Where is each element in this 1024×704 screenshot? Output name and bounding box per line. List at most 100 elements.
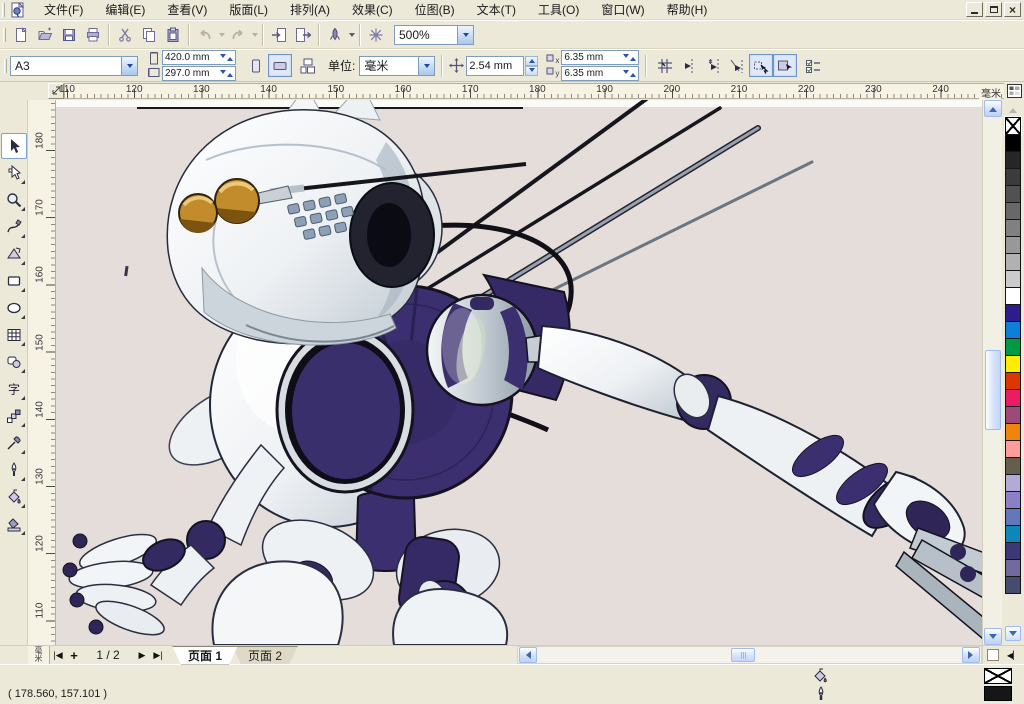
menu-item-10[interactable]: 帮助(H): [656, 0, 719, 20]
menu-item-7[interactable]: 文本(T): [466, 0, 527, 20]
palette-swatch-7[interactable]: [1005, 253, 1021, 271]
new-document-button[interactable]: [9, 23, 33, 47]
palette-swatch-13[interactable]: [1005, 355, 1021, 373]
menu-item-8[interactable]: 工具(O): [527, 0, 590, 20]
portrait-button[interactable]: [244, 54, 268, 77]
palette-swatch-24[interactable]: [1005, 542, 1021, 560]
zoom-combo-dropdown-icon[interactable]: [457, 26, 473, 44]
palette-swatch-9[interactable]: [1005, 287, 1021, 305]
duplicate-x-field[interactable]: 6.35 mm: [561, 50, 639, 65]
tool-zoom[interactable]: [1, 187, 27, 213]
units-dropdown-icon[interactable]: [418, 57, 434, 75]
snap-to-guidelines-angle-button[interactable]: [725, 54, 749, 77]
tool-interactive-blend[interactable]: [1, 403, 27, 429]
print-button[interactable]: [81, 23, 105, 47]
paper-height-spin[interactable]: [220, 70, 233, 77]
palette-swatch-2[interactable]: [1005, 168, 1021, 186]
tool-pick[interactable]: [1, 133, 27, 159]
palette-scroll-up-icon[interactable]: [1005, 101, 1021, 116]
paper-type-combo[interactable]: A3: [10, 56, 138, 76]
paper-width-field[interactable]: 420.0 mm: [162, 50, 236, 65]
tool-eyedropper[interactable]: [1, 430, 27, 456]
zoom-level-combo[interactable]: 500%: [394, 25, 474, 45]
snap-to-objects-button[interactable]: [749, 54, 773, 77]
nudge-offset-field[interactable]: 2.54 mm: [466, 56, 524, 76]
paper-width-spin[interactable]: [220, 54, 233, 61]
tool-interactive-fill[interactable]: [1, 511, 27, 537]
snap-to-dynamic-guides-button[interactable]: [773, 54, 797, 77]
menu-item-9[interactable]: 窗口(W): [590, 0, 655, 20]
palette-swatch-18[interactable]: [1005, 440, 1021, 458]
snap-to-grid-button[interactable]: [653, 54, 677, 77]
menu-item-1[interactable]: 编辑(E): [94, 0, 156, 20]
no-color-swatch[interactable]: [1005, 117, 1021, 135]
close-button[interactable]: ×: [1004, 2, 1021, 17]
palette-swatch-17[interactable]: [1005, 423, 1021, 441]
units-combo[interactable]: 毫米: [359, 56, 435, 76]
palette-swatch-0[interactable]: [1005, 134, 1021, 152]
palette-swatch-8[interactable]: [1005, 270, 1021, 288]
palette-swatch-25[interactable]: [1005, 559, 1021, 577]
undo-button[interactable]: [193, 23, 217, 47]
tool-graph-paper[interactable]: [1, 322, 27, 348]
page-sorter-button[interactable]: [1004, 82, 1024, 100]
corel-online-button[interactable]: [364, 23, 388, 47]
outline-status-swatch[interactable]: [984, 686, 1012, 701]
add-page-button[interactable]: +: [66, 647, 82, 663]
options-checklist-button[interactable]: [801, 54, 825, 77]
cut-button[interactable]: [113, 23, 137, 47]
tool-smart-drawing[interactable]: [1, 241, 27, 267]
duplicate-y-field[interactable]: 6.35 mm: [561, 66, 639, 81]
application-launcher-dropdown[interactable]: [347, 24, 356, 46]
palette-swatch-14[interactable]: [1005, 372, 1021, 390]
menu-item-5[interactable]: 效果(C): [341, 0, 404, 20]
palette-swatch-12[interactable]: [1005, 338, 1021, 356]
paper-height-field[interactable]: 297.0 mm: [162, 66, 236, 81]
landscape-button[interactable]: [268, 54, 292, 77]
palette-swatch-5[interactable]: [1005, 219, 1021, 237]
palette-scroll-down-button[interactable]: [1005, 626, 1021, 641]
minimize-button[interactable]: [966, 2, 983, 17]
menu-item-3[interactable]: 版面(L): [218, 0, 279, 20]
tool-outline[interactable]: [1, 457, 27, 483]
palette-swatch-10[interactable]: [1005, 304, 1021, 322]
application-launcher-button[interactable]: [323, 23, 347, 47]
toolbar-grip[interactable]: [4, 59, 7, 73]
palette-swatch-1[interactable]: [1005, 151, 1021, 169]
paste-button[interactable]: [161, 23, 185, 47]
tool-basic-shapes[interactable]: [1, 349, 27, 375]
tool-ellipse[interactable]: [1, 295, 27, 321]
palette-swatch-15[interactable]: [1005, 389, 1021, 407]
last-page-button[interactable]: ▶|: [150, 647, 166, 663]
tool-freehand[interactable]: [1, 214, 27, 240]
undo-dropdown[interactable]: [217, 24, 226, 46]
palette-swatch-6[interactable]: [1005, 236, 1021, 254]
copy-button[interactable]: [137, 23, 161, 47]
apply-to-all-pages-button[interactable]: [296, 54, 320, 77]
menu-item-4[interactable]: 排列(A): [279, 0, 341, 20]
toolbar-grip[interactable]: [2, 3, 5, 17]
scroll-down-button[interactable]: [984, 628, 1002, 645]
palette-expand-button[interactable]: ◀▏: [1002, 646, 1024, 664]
scroll-up-button[interactable]: [984, 100, 1002, 117]
menu-item-2[interactable]: 查看(V): [156, 0, 218, 20]
restore-button[interactable]: [985, 2, 1002, 17]
page-tab-2[interactable]: 页面 2: [232, 646, 298, 665]
import-button[interactable]: [267, 23, 291, 47]
palette-swatch-11[interactable]: [1005, 321, 1021, 339]
page-tab-1[interactable]: 页面 1: [172, 646, 238, 665]
fill-status-swatch[interactable]: [984, 668, 1012, 684]
vertical-scroll-thumb[interactable]: [985, 350, 1001, 430]
drawing-canvas[interactable]: [56, 100, 982, 645]
duplicate-x-spin[interactable]: [623, 54, 636, 61]
horizontal-scrollbar[interactable]: [517, 646, 982, 664]
save-button[interactable]: [57, 23, 81, 47]
scroll-right-button[interactable]: [962, 647, 980, 663]
palette-swatch-20[interactable]: [1005, 474, 1021, 492]
tool-text[interactable]: 字: [1, 376, 27, 402]
palette-swatch-23[interactable]: [1005, 525, 1021, 543]
export-button[interactable]: [291, 23, 315, 47]
palette-swatch-26[interactable]: [1005, 576, 1021, 594]
redo-dropdown[interactable]: [250, 24, 259, 46]
vertical-scrollbar[interactable]: [982, 100, 1002, 645]
